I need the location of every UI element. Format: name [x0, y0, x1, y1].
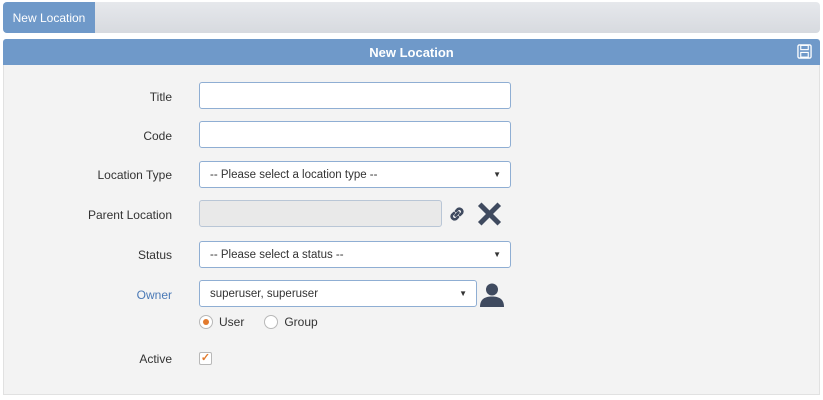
location-form: Title Code Location Type -- Please selec… [3, 65, 820, 395]
radio-group[interactable] [264, 315, 279, 329]
title-label: Title [149, 90, 172, 104]
radio-group-label: Group [284, 315, 318, 329]
code-label: Code [143, 129, 172, 143]
location-type-select[interactable]: -- Please select a location type -- ▼ [199, 161, 511, 188]
owner-value: superuser, superuser [210, 287, 319, 300]
floppy-disk-icon[interactable] [797, 44, 812, 59]
panel-header: New Location [3, 39, 820, 65]
checkmark-icon: ✓ [200, 352, 211, 364]
title-input[interactable] [199, 82, 511, 109]
clear-x-icon[interactable] [477, 202, 502, 226]
code-input[interactable] [199, 121, 511, 148]
user-icon[interactable] [479, 282, 505, 307]
radio-user-label: User [219, 315, 245, 329]
location-type-value: -- Please select a location type -- [210, 168, 378, 181]
radio-user[interactable] [199, 315, 213, 329]
status-select[interactable]: -- Please select a status -- ▼ [199, 241, 511, 268]
parent-location-label: Parent Location [87, 208, 172, 222]
status-label: Status [137, 248, 172, 262]
panel-title: New Location [369, 44, 454, 60]
location-type-label: Location Type [97, 168, 172, 182]
status-value: -- Please select a status -- [210, 248, 344, 261]
dropdown-caret-icon: ▼ [493, 170, 501, 179]
active-checkbox[interactable]: ✓ [199, 352, 212, 365]
tab-new-location[interactable]: New Location [3, 2, 95, 33]
owner-select[interactable]: superuser, superuser ▼ [199, 280, 477, 307]
parent-location-input [199, 200, 442, 227]
owner-label[interactable]: Owner [4, 288, 172, 302]
tab-bar: New Location [3, 2, 820, 33]
owner-type-radio-group: User Group [199, 315, 338, 329]
dropdown-caret-icon: ▼ [493, 250, 501, 259]
dropdown-caret-icon: ▼ [459, 289, 467, 298]
active-label: Active [139, 352, 172, 366]
link-icon[interactable] [447, 204, 467, 224]
